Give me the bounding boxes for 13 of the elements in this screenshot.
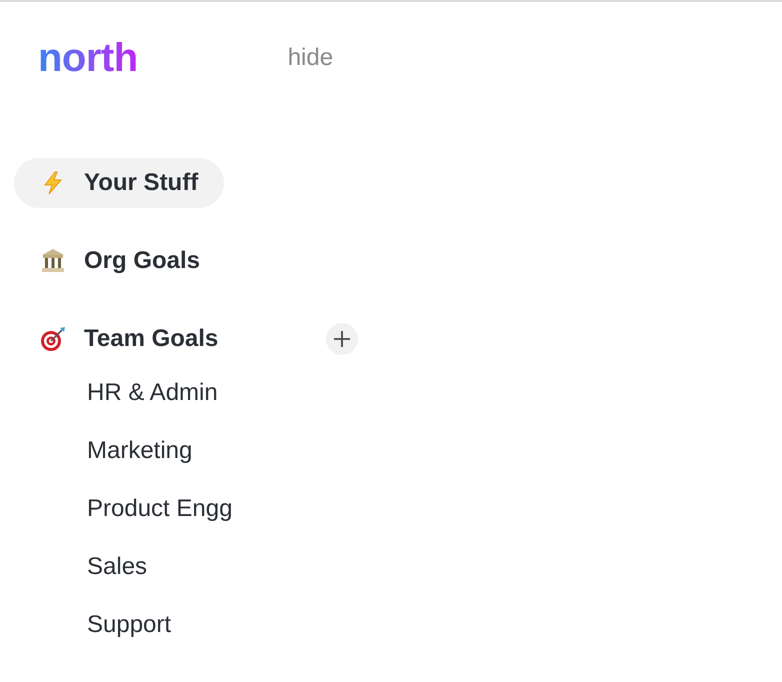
bank-icon	[39, 247, 67, 275]
nav-subitem[interactable]: HR & Admin	[87, 378, 394, 408]
plus-icon	[332, 329, 352, 349]
nav-subitem[interactable]: Product Engg	[87, 494, 394, 524]
nav-subitem[interactable]: Sales	[87, 552, 394, 582]
nav-subitem[interactable]: Support	[87, 610, 394, 640]
add-button[interactable]	[326, 323, 358, 355]
nav-item[interactable]: Team Goals	[14, 314, 244, 364]
nav-item[interactable]: Your Stuff	[14, 158, 224, 208]
nav-subitem[interactable]: Marketing	[87, 436, 394, 466]
target-icon	[39, 325, 67, 353]
bolt-icon	[41, 171, 65, 195]
nav-item[interactable]: Org Goals	[14, 236, 226, 286]
